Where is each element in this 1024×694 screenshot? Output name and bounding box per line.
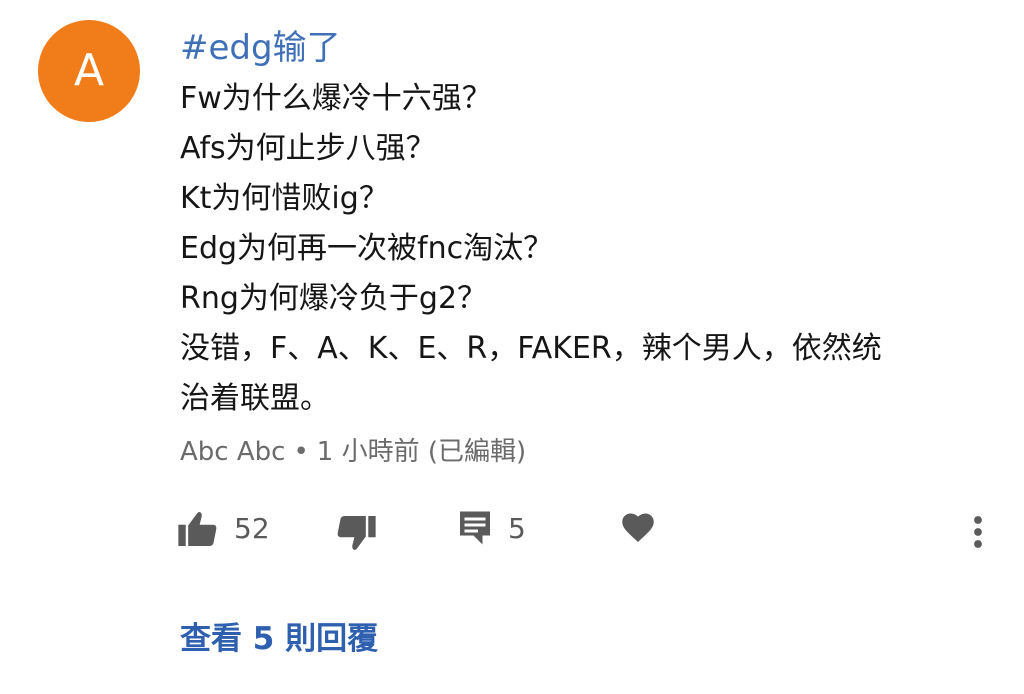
- comment-card: A #edg输了 Fw为什么爆冷十六强？ Afs为何止步八强？ Kt为何惜败ig…: [0, 0, 1024, 694]
- comment-icon: [458, 510, 492, 546]
- comment-text: Fw为什么爆冷十六强？ Afs为何止步八强？ Kt为何惜败ig？ Edg为何再一…: [180, 74, 1000, 424]
- like-button[interactable]: 52: [178, 510, 270, 546]
- comment-line: Rng为何爆冷负于g2？: [180, 281, 488, 316]
- comment-line: Fw为什么爆冷十六强？: [180, 81, 492, 116]
- hashtag-link[interactable]: #edg输了: [180, 22, 341, 74]
- heart-button[interactable]: [620, 510, 656, 544]
- reply-count: 5: [508, 511, 526, 545]
- avatar[interactable]: A: [38, 20, 140, 122]
- more-options-button[interactable]: [972, 514, 984, 550]
- comment-body: #edg输了 Fw为什么爆冷十六强？ Afs为何止步八强？ Kt为何惜败ig？ …: [180, 22, 1000, 424]
- action-bar: 52 5: [0, 500, 1024, 564]
- more-vert-icon: [972, 514, 984, 550]
- thumbs-up-icon: [178, 510, 218, 546]
- thumbs-down-icon: [336, 516, 376, 552]
- reply-button[interactable]: 5: [458, 510, 526, 546]
- dislike-button[interactable]: [336, 516, 376, 552]
- comment-line: Edg为何再一次被fnc淘汰？: [180, 231, 554, 266]
- comment-time: 1 小時前 (已編輯): [316, 437, 527, 467]
- meta-separator: •: [293, 437, 309, 467]
- view-replies-link[interactable]: 查看 5 則回覆: [180, 614, 378, 664]
- comment-meta: Abc Abc • 1 小時前 (已編輯): [180, 430, 526, 474]
- avatar-letter: A: [73, 45, 105, 96]
- comment-line: 没错，F、A、K、E、R，FAKER，辣个男人，依然统: [180, 331, 882, 366]
- like-count: 52: [234, 511, 270, 545]
- comment-line: 治着联盟。: [180, 381, 330, 416]
- comment-line: Kt为何惜败ig？: [180, 181, 389, 216]
- author-name[interactable]: Abc Abc: [180, 437, 285, 467]
- heart-icon: [620, 510, 656, 544]
- comment-line: Afs为何止步八强？: [180, 131, 436, 166]
